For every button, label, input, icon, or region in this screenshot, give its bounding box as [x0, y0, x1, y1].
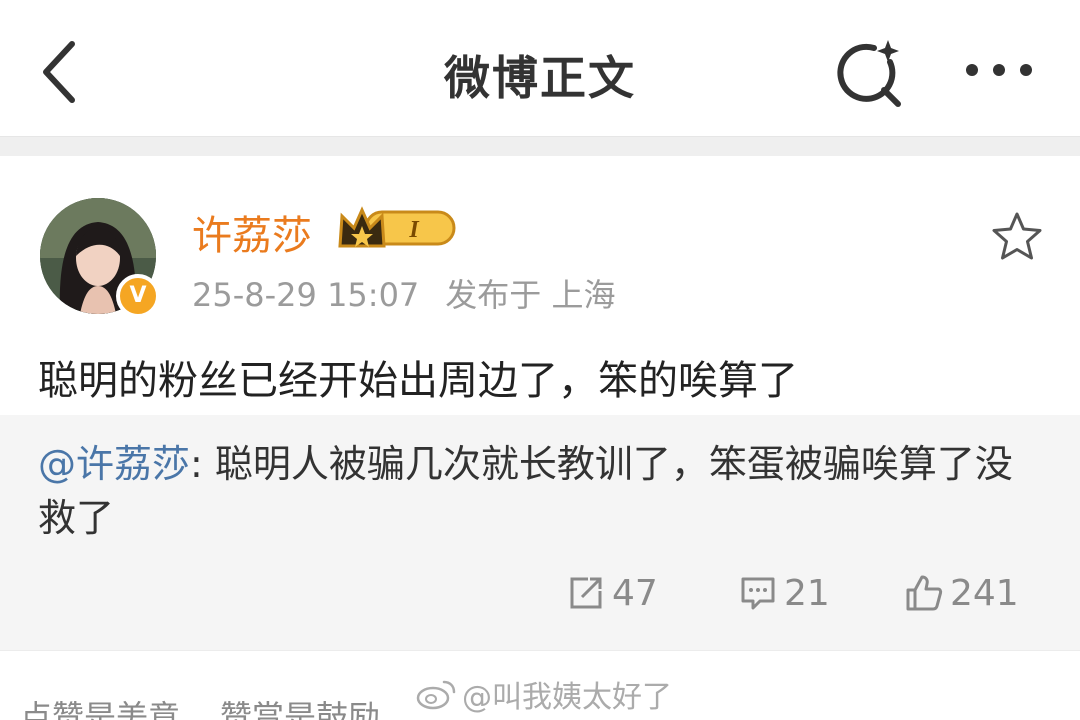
- member-level: I: [408, 217, 420, 243]
- comment-button[interactable]: 21: [738, 571, 830, 615]
- retweet-card[interactable]: @许荔莎: 聪明人被骗几次就长教训了，笨蛋被骗唉算了没救了 47 21 241: [0, 415, 1080, 650]
- watermark: @叫我姨太好了: [416, 672, 672, 716]
- post-username[interactable]: 许荔莎: [192, 203, 312, 261]
- watermark-text: @叫我姨太好了: [462, 680, 672, 715]
- star-icon: [992, 212, 1042, 260]
- search-button[interactable]: [830, 34, 910, 110]
- favorite-button[interactable]: [990, 210, 1044, 264]
- top-bar: 微博正文: [0, 0, 1080, 136]
- retweet-separator: :: [190, 442, 215, 486]
- like-count: 241: [950, 572, 1019, 614]
- weibo-logo-icon: [416, 680, 456, 710]
- verified-badge: V: [116, 274, 160, 318]
- post-timestamp: 25-8-29 15:07: [192, 276, 420, 314]
- retweet-body: @许荔莎: 聪明人被骗几次就长教训了，笨蛋被骗唉算了没救了: [38, 437, 1048, 545]
- more-dots-icon: [966, 64, 1032, 76]
- reward-left-text: 点赞是美意: [20, 698, 181, 720]
- divider: [0, 650, 1080, 651]
- post-body: 聪明的粉丝已经开始出周边了，笨的唉算了: [38, 358, 798, 404]
- reward-prompt: 点赞是美意 赞赏是鼓励: [20, 692, 380, 720]
- member-badge[interactable]: I: [336, 204, 458, 252]
- crown-level-icon: I: [338, 206, 456, 248]
- repost-button[interactable]: 47: [566, 571, 658, 615]
- retweet-mention[interactable]: @许荔莎: [38, 442, 190, 486]
- repost-count: 47: [612, 572, 658, 614]
- search-sparkle-icon: [837, 40, 901, 107]
- post-location: 发布于 上海: [445, 276, 616, 314]
- page-title: 微博正文: [444, 51, 636, 105]
- more-button[interactable]: [956, 44, 1042, 96]
- comment-count: 21: [784, 572, 830, 614]
- thumbs-up-icon: [906, 575, 943, 611]
- like-button[interactable]: 241: [904, 571, 1019, 615]
- section-gap: [0, 136, 1080, 156]
- post-meta: 25-8-29 15:07 发布于 上海: [192, 270, 615, 316]
- reward-right-text: 赞赏是鼓励: [220, 698, 381, 720]
- comment-icon: [741, 577, 775, 610]
- repost-icon: [570, 577, 602, 609]
